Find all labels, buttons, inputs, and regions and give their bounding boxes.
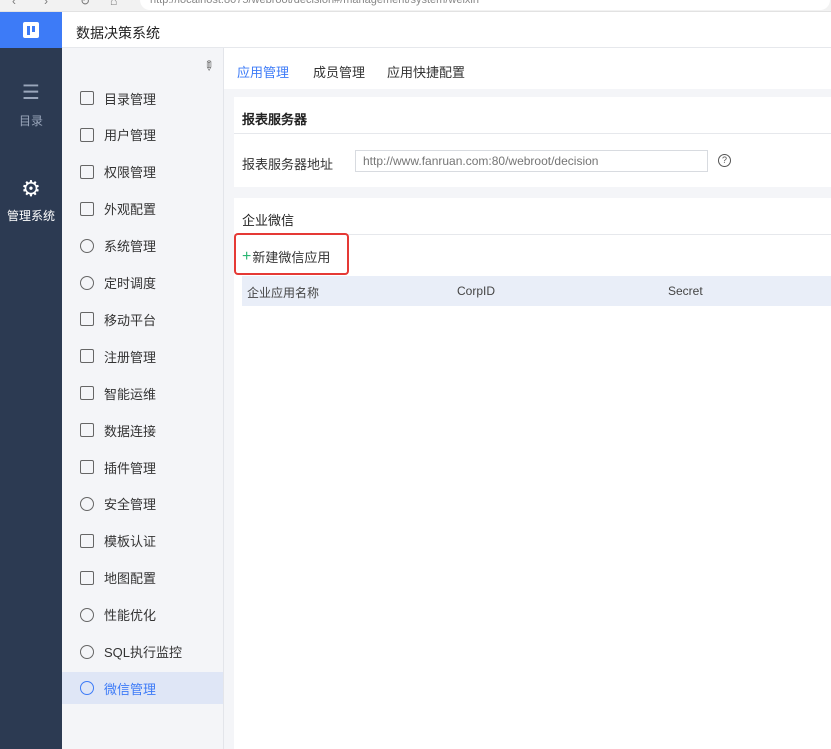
shield-icon: [80, 496, 94, 511]
gear-icon: [80, 681, 94, 696]
sidebar-item[interactable]: 数据连接: [62, 414, 223, 446]
nav-management[interactable]: ⚙ 管理系统: [0, 178, 62, 224]
brush-icon: [80, 201, 94, 216]
nav-catalog-label: 目录: [18, 114, 43, 128]
column-corpid: CorpID: [457, 284, 496, 298]
sidebar-item[interactable]: 移动平台: [62, 303, 223, 335]
table-header: 企业应用名称 CorpID Secret: [242, 276, 831, 306]
tab-app-management[interactable]: 应用管理: [237, 62, 290, 91]
sidebar-item[interactable]: 地图配置: [62, 562, 223, 594]
sidebar-item-label: 模板认证: [104, 534, 157, 550]
sidebar-item-label: 数据连接: [104, 423, 157, 439]
user-icon: [80, 127, 94, 142]
column-secret: Secret: [668, 284, 703, 298]
sidebar-item[interactable]: 注册管理: [62, 340, 223, 372]
reload-icon[interactable]: ↻: [80, 0, 90, 8]
sidebar-item-label: 目录管理: [104, 91, 157, 107]
new-wechat-app-label: 新建微信应用: [252, 250, 331, 265]
app-logo[interactable]: [0, 12, 62, 48]
pin-icon[interactable]: ✎: [199, 56, 218, 75]
sidebar-item-label: 注册管理: [104, 349, 157, 365]
sidebar-item[interactable]: 安全管理: [62, 488, 223, 520]
catalog-icon: [80, 91, 94, 105]
help-icon[interactable]: ?: [718, 154, 731, 167]
tab-app-shortcut-config[interactable]: 应用快捷配置: [387, 62, 465, 89]
map-icon: [80, 570, 94, 585]
gear-icon: [80, 238, 94, 253]
sidebar-item-label: 移动平台: [104, 312, 157, 328]
home-icon[interactable]: ⌂: [110, 0, 117, 8]
sidebar-item[interactable]: 插件管理: [62, 451, 223, 483]
tab-member-management[interactable]: 成员管理: [313, 62, 365, 89]
logo-icon: [23, 22, 39, 38]
top-bar: 数据决策系统: [62, 12, 831, 48]
sidebar-item-label: 微信管理: [104, 681, 157, 697]
sidebar-item[interactable]: 外观配置: [62, 193, 223, 225]
sidebar-item-label: 性能优化: [104, 608, 157, 624]
management-sidebar: ✎ 目录管理用户管理权限管理外观配置系统管理定时调度移动平台注册管理智能运维数据…: [62, 48, 224, 749]
sidebar-item-label: SQL执行监控: [104, 645, 183, 660]
server-address-label: 报表服务器地址: [242, 157, 334, 172]
sidebar-item[interactable]: 权限管理: [62, 156, 223, 188]
sidebar-item-label: 权限管理: [104, 165, 157, 181]
sidebar-item-label: 系统管理: [104, 239, 157, 255]
plugin-icon: [80, 460, 94, 474]
sidebar-item-label: 定时调度: [104, 276, 157, 291]
report-server-panel: 报表服务器 报表服务器地址 ?: [234, 97, 831, 187]
sidebar-item[interactable]: 微信管理: [62, 672, 223, 705]
sidebar-item[interactable]: SQL执行监控: [62, 636, 223, 668]
sidebar-item[interactable]: 性能优化: [62, 599, 223, 631]
timer-icon: [80, 275, 94, 290]
link-icon: [80, 423, 94, 438]
sidebar-item-label: 智能运维: [104, 386, 157, 402]
sidebar-item-label: 外观配置: [104, 202, 157, 218]
sidebar-item[interactable]: 模板认证: [62, 525, 223, 557]
sidebar-item[interactable]: 目录管理: [62, 82, 223, 114]
back-icon[interactable]: ‹: [12, 0, 16, 8]
wechat-panel: 企业微信 + 新建微信应用 企业应用名称 CorpID Secret: [234, 198, 831, 749]
mobile-icon: [80, 312, 94, 327]
new-wechat-app-button[interactable]: + 新建微信应用: [242, 247, 330, 266]
list-icon: ☰: [22, 82, 40, 104]
sidebar-item[interactable]: 智能运维: [62, 377, 223, 409]
left-nav: ☰ 目录 ⚙ 管理系统: [0, 12, 62, 749]
sidebar-item-label: 安全管理: [104, 497, 157, 513]
register-icon: [80, 349, 94, 364]
nav-management-label: 管理系统: [6, 209, 55, 223]
forward-icon[interactable]: ›: [44, 0, 48, 8]
tab-bar: 应用管理 成员管理 应用快捷配置: [224, 48, 831, 91]
sidebar-item[interactable]: 用户管理: [62, 119, 223, 151]
template-icon: [80, 533, 94, 548]
server-address-input[interactable]: [355, 150, 708, 172]
network-icon: [80, 386, 94, 401]
plus-icon: +: [242, 247, 252, 265]
address-bar[interactable]: http://localhost:8075/webroot/decision#/…: [140, 0, 830, 10]
sidebar-item-label: 用户管理: [104, 128, 157, 144]
nav-catalog[interactable]: ☰ 目录: [0, 82, 62, 129]
gear-icon: ⚙: [21, 176, 41, 201]
sidebar-item[interactable]: 系统管理: [62, 230, 223, 262]
column-app-name: 企业应用名称: [247, 286, 320, 300]
sidebar-item-label: 插件管理: [104, 460, 157, 476]
report-server-title: 报表服务器: [242, 112, 308, 127]
browser-toolbar: ‹ › ↻ ⌂ http://localhost:8075/webroot/de…: [0, 0, 831, 12]
sidebar-item-label: 地图配置: [104, 571, 157, 587]
wechat-title: 企业微信: [242, 213, 295, 228]
sidebar-item[interactable]: 定时调度: [62, 267, 223, 299]
app-title: 数据决策系统: [76, 25, 160, 41]
lock-icon: [80, 164, 94, 179]
divider: [234, 133, 831, 134]
gear-icon: [80, 644, 94, 659]
gear-icon: [80, 607, 94, 622]
